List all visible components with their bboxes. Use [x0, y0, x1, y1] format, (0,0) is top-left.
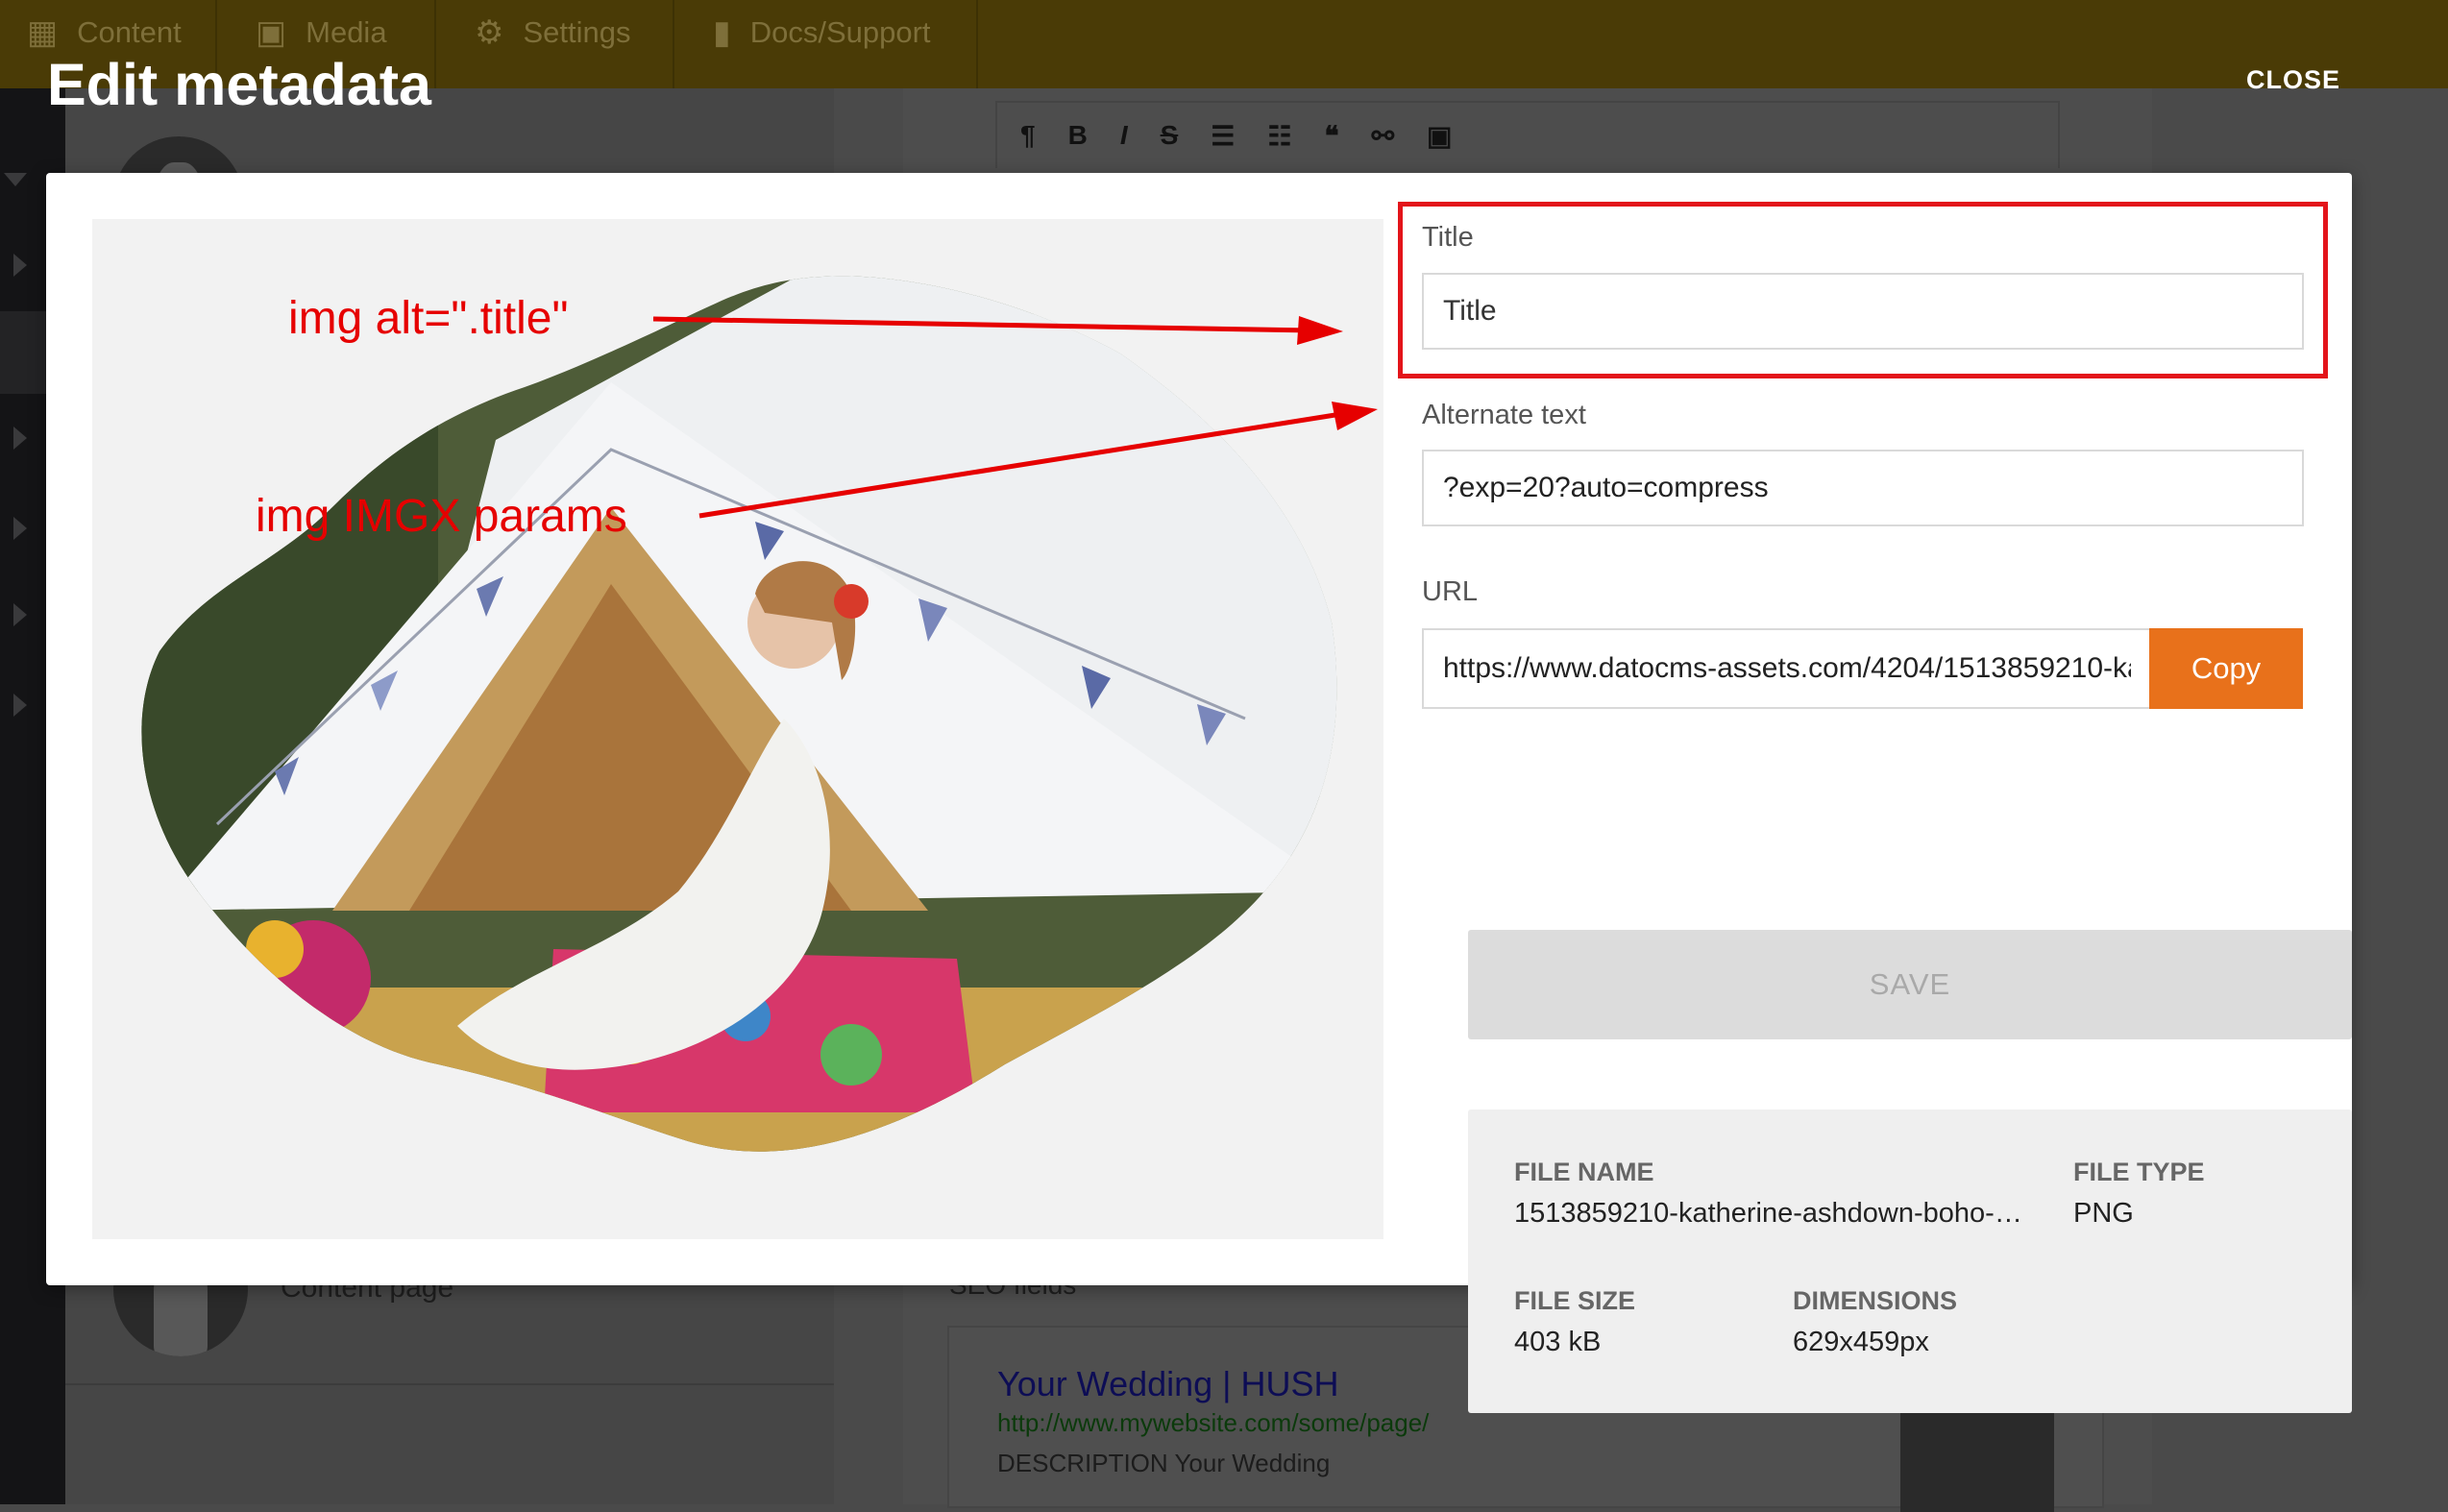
annotation-arrowhead [1332, 402, 1378, 430]
url-input[interactable] [1422, 628, 2150, 709]
dimensions-label: DIMENSIONS [1793, 1286, 1958, 1315]
alt-text-field-label: Alternate text [1422, 400, 1586, 430]
quote-icon[interactable]: ❝ [1325, 120, 1339, 152]
row-divider [65, 1383, 834, 1385]
bullet-list-icon[interactable]: ☰ [1211, 120, 1235, 152]
file-size-value: 403 kB [1514, 1327, 1602, 1357]
annotation-alt-text: img alt=".title" [288, 293, 569, 344]
photo-content [141, 276, 1337, 1152]
nav-item-settings[interactable]: ⚙ Settings [475, 0, 631, 65]
edit-metadata-modal: img alt=".title" img IMGX params Title A… [46, 173, 2352, 1413]
nav-item-label: Docs/Support [749, 15, 931, 49]
chevron-right-icon[interactable] [13, 254, 27, 277]
rich-text-toolbar: ¶ B I S ☰ ☷ ❝ ⚯ ▣ [995, 101, 2060, 168]
file-name-value: 1513859210-katherine-ashdown-boho-weddin… [1514, 1198, 2033, 1229]
annotation-imgx-params: img IMGX params [256, 491, 627, 542]
title-field-label: Title [1422, 222, 1474, 253]
file-size-label: FILE SIZE [1514, 1286, 1636, 1315]
nav-item-docs-support[interactable]: ▮ Docs/Support [713, 0, 931, 65]
nav-item-label: Media [306, 15, 387, 49]
chevron-right-icon[interactable] [13, 427, 27, 450]
chevron-right-icon[interactable] [13, 694, 27, 717]
nav-item-label: Content [77, 15, 182, 49]
numbered-list-icon[interactable]: ☷ [1267, 120, 1291, 152]
seo-preview-description: DESCRIPTION Your Wedding [997, 1449, 1331, 1477]
seo-preview-url: http://www.mywebsite.com/some/page/ [997, 1408, 1430, 1437]
dimensions-value: 629x459px [1793, 1327, 1929, 1357]
nav-divider [673, 0, 674, 88]
file-type-value: PNG [2073, 1198, 2134, 1229]
save-button[interactable]: SAVE [1468, 930, 2352, 1039]
title-input[interactable] [1422, 273, 2304, 350]
modal-title: Edit metadata [47, 52, 431, 117]
chevron-right-icon[interactable] [13, 603, 27, 626]
image-preview: img alt=".title" img IMGX params [92, 219, 1383, 1239]
alt-text-input[interactable] [1422, 450, 2304, 526]
annotation-arrowhead [1297, 316, 1343, 345]
bold-icon[interactable]: B [1068, 120, 1088, 151]
book-icon: ▮ [713, 14, 731, 51]
paragraph-icon[interactable]: ¶ [1020, 120, 1036, 151]
nav-item-label: Settings [523, 15, 631, 49]
strikethrough-icon[interactable]: S [1161, 120, 1179, 151]
image-icon[interactable]: ▣ [1427, 120, 1452, 152]
nav-divider [976, 0, 978, 88]
seo-preview-title: Your Wedding | HUSH [997, 1364, 1339, 1403]
annotated-photo: img alt=".title" img IMGX params [141, 276, 1378, 1152]
gear-icon: ⚙ [475, 14, 504, 51]
file-name-label: FILE NAME [1514, 1158, 1654, 1186]
copy-url-button[interactable]: Copy [2149, 628, 2303, 709]
link-icon[interactable]: ⚯ [1372, 120, 1394, 152]
file-type-label: FILE TYPE [2073, 1158, 2205, 1186]
close-button[interactable]: CLOSE [2246, 65, 2340, 95]
italic-icon[interactable]: I [1120, 120, 1128, 151]
nav-divider [434, 0, 436, 88]
url-field-label: URL [1422, 576, 1479, 607]
file-info-panel: FILE NAME 1513859210-katherine-ashdown-b… [1468, 1110, 2352, 1413]
chevron-down-icon[interactable] [4, 173, 27, 186]
chevron-right-icon[interactable] [13, 517, 27, 540]
